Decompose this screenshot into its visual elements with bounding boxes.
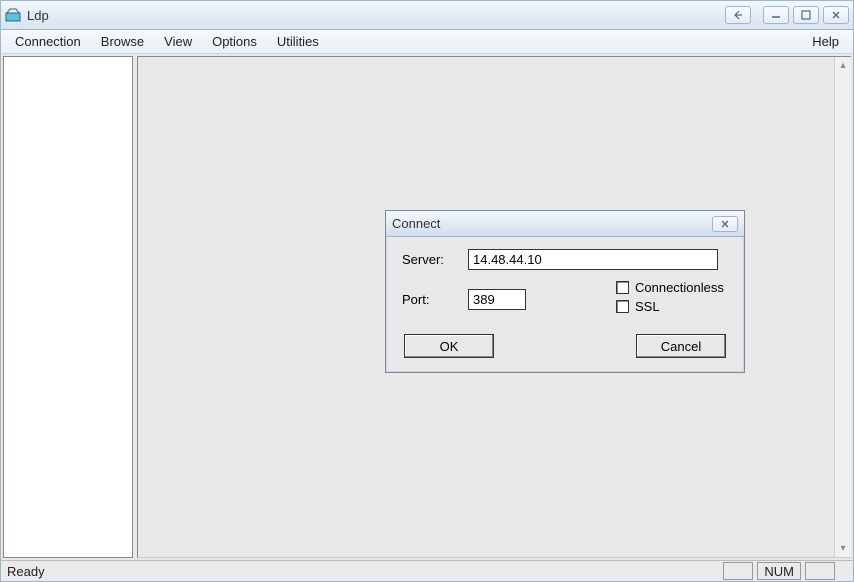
server-input[interactable] [468, 249, 718, 270]
maximize-button[interactable] [793, 6, 819, 24]
dialog-title: Connect [392, 216, 440, 231]
close-button[interactable] [823, 6, 849, 24]
status-cell-empty2 [805, 562, 835, 580]
menu-view[interactable]: View [154, 32, 202, 51]
menu-browse[interactable]: Browse [91, 32, 154, 51]
ok-button[interactable]: OK [404, 334, 494, 358]
ok-label: OK [440, 339, 459, 354]
server-label: Server: [402, 252, 468, 267]
connectionless-label: Connectionless [635, 280, 724, 295]
tree-pane[interactable] [3, 56, 133, 558]
menu-connection[interactable]: Connection [5, 32, 91, 51]
status-cell-empty1 [723, 562, 753, 580]
dialog-close-button[interactable] [712, 216, 738, 232]
port-input[interactable] [468, 289, 526, 310]
status-numlock: NUM [757, 562, 801, 580]
menubar: Connection Browse View Options Utilities… [0, 30, 854, 54]
connectionless-checkbox[interactable]: Connectionless [616, 280, 724, 295]
checkbox-icon [616, 281, 629, 294]
port-label: Port: [402, 292, 468, 307]
ssl-label: SSL [635, 299, 660, 314]
vertical-scrollbar[interactable]: ▴ ▾ [834, 57, 851, 557]
minimize-button[interactable] [763, 6, 789, 24]
resize-grip[interactable] [837, 562, 853, 580]
cancel-label: Cancel [661, 339, 701, 354]
window-controls [725, 6, 849, 24]
menu-utilities[interactable]: Utilities [267, 32, 329, 51]
menu-options[interactable]: Options [202, 32, 267, 51]
client-area: ▴ ▾ Connect Server: Port: [0, 54, 854, 560]
cancel-button[interactable]: Cancel [636, 334, 726, 358]
back-button[interactable] [725, 6, 751, 24]
app-icon [5, 7, 21, 23]
connect-dialog: Connect Server: Port: Conn [385, 210, 745, 373]
scroll-up-icon[interactable]: ▴ [835, 57, 851, 74]
menu-help[interactable]: Help [802, 32, 849, 51]
status-text: Ready [1, 564, 721, 579]
dialog-body: Server: Port: Connectionless SSL [386, 237, 744, 372]
statusbar: Ready NUM [0, 560, 854, 582]
titlebar: Ldp [0, 0, 854, 30]
window-title: Ldp [27, 8, 725, 23]
dialog-titlebar: Connect [386, 211, 744, 237]
scroll-down-icon[interactable]: ▾ [835, 540, 851, 557]
output-pane: ▴ ▾ Connect Server: Port: [137, 56, 851, 558]
checkbox-icon [616, 300, 629, 313]
ssl-checkbox[interactable]: SSL [616, 299, 724, 314]
